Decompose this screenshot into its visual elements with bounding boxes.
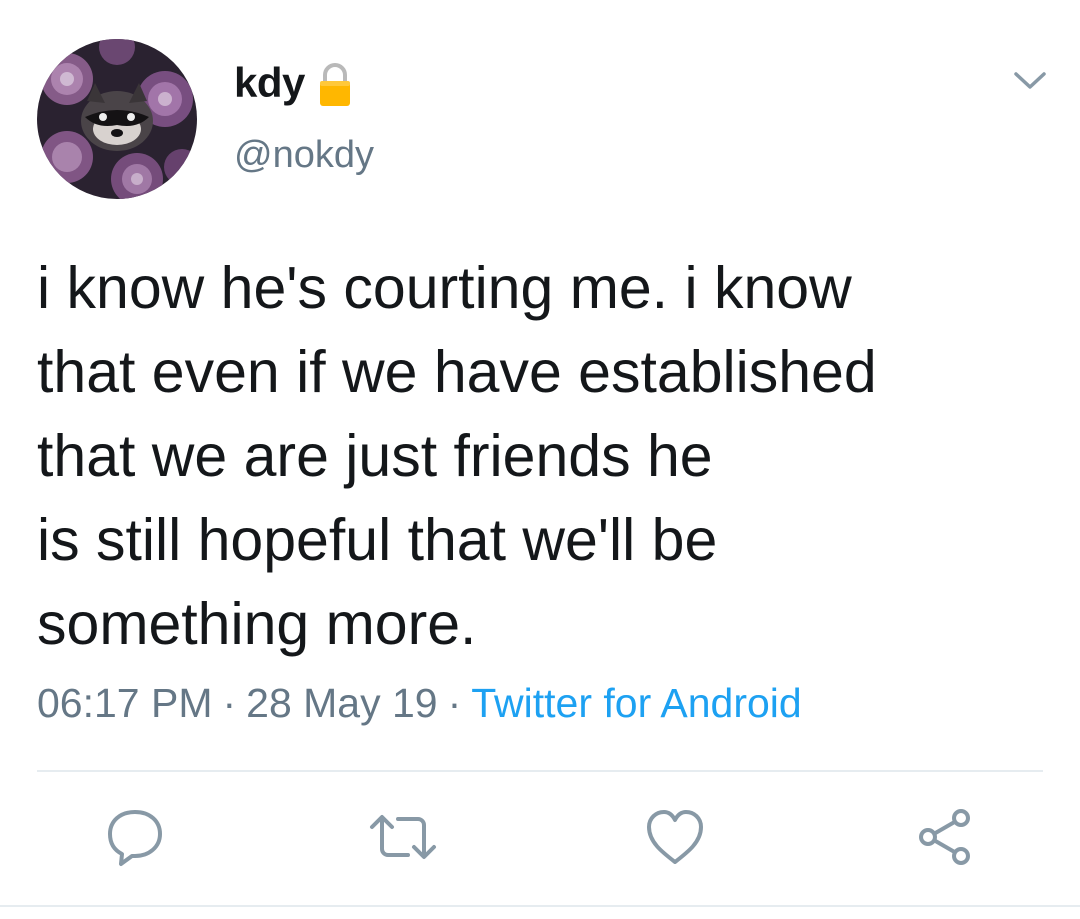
tweet-detail: kdy @nokdy i know he's courting me. i kn… (0, 0, 1080, 919)
tweet-time: 06:17 PM (37, 680, 213, 726)
tweet-source-link[interactable]: Twitter for Android (471, 680, 801, 726)
share-icon (914, 806, 976, 873)
share-button[interactable] (910, 804, 980, 874)
action-bar (0, 800, 1080, 880)
lock-icon (317, 62, 353, 108)
tweet-text-line: that even if we have established (37, 339, 877, 405)
reply-icon (104, 806, 166, 873)
tweet-text-line: is still hopeful that we'll be (37, 507, 718, 573)
tweet-text-line: something more. (37, 591, 477, 657)
meta-separator: · (447, 680, 462, 726)
chevron-down-icon[interactable] (1010, 64, 1050, 96)
heart-icon (644, 808, 706, 871)
avatar-image (37, 39, 197, 199)
display-name[interactable]: kdy (234, 59, 305, 107)
divider (37, 770, 1043, 772)
tweet-date: 28 May 19 (246, 680, 438, 726)
tweet-text-line: i know he's courting me. i know (37, 255, 852, 321)
user-handle[interactable]: @nokdy (234, 134, 374, 177)
tweet-text-line: that we are just friends he (37, 423, 713, 489)
retweet-icon (368, 807, 438, 872)
avatar[interactable] (37, 39, 197, 199)
tweet-meta: 06:17 PM · 28 May 19 · Twitter for Android (37, 680, 802, 727)
like-button[interactable] (640, 804, 710, 874)
retweet-button[interactable] (368, 804, 438, 874)
reply-button[interactable] (100, 804, 170, 874)
meta-separator: · (222, 680, 237, 726)
author-name-row: kdy (234, 58, 353, 108)
tweet-text: i know he's courting me. i know that eve… (37, 246, 1037, 666)
